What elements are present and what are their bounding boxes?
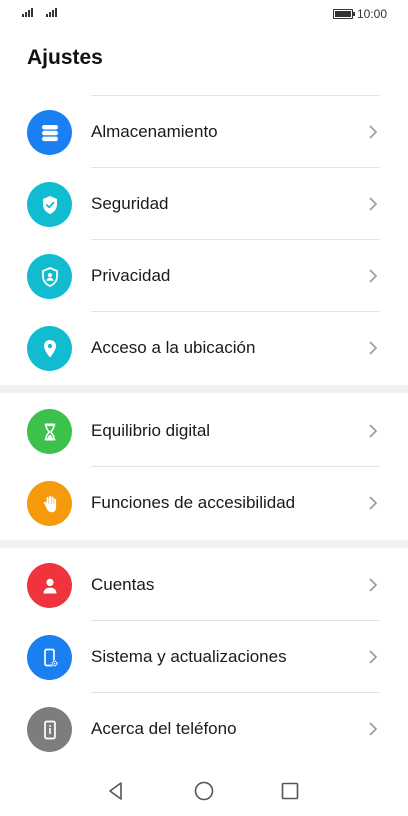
battery-icon [333,9,355,19]
location-pin-icon [27,326,72,371]
navigation-bar [0,762,408,816]
settings-item-almacenamiento[interactable]: Almacenamiento [0,96,408,168]
settings-item-sistema[interactable]: Sistema y actualizaciones [0,621,408,693]
shield-check-icon [27,182,72,227]
chevron-right-icon [369,496,378,510]
settings-item-label: Almacenamiento [91,122,218,141]
chevron-right-icon [369,269,378,283]
chevron-right-icon [369,722,378,736]
section-separator [0,385,408,393]
phone-settings-icon [27,635,72,680]
signal-icon [46,8,57,17]
page-title: Ajustes [27,46,103,69]
storage-icon [27,110,72,155]
signal-icon [22,8,33,17]
settings-item-ubicacion[interactable]: Acceso a la ubicación [0,312,408,384]
status-time: 10:00 [357,7,388,21]
settings-item-label: Cuentas [91,575,155,594]
settings-item-label: Privacidad [91,266,171,285]
settings-item-label: Acceso a la ubicación [91,338,256,357]
phone-info-icon [27,707,72,752]
settings-item-cuentas[interactable]: Cuentas [0,549,408,621]
home-circle-icon[interactable] [193,780,215,802]
user-icon [27,563,72,608]
settings-item-label: Acerca del teléfono [91,719,237,738]
section-separator [0,540,408,548]
settings-item-label: Sistema y actualizaciones [91,647,287,666]
status-bar: 10:00 [0,0,408,28]
recents-square-icon[interactable] [279,780,301,802]
chevron-right-icon [369,424,378,438]
chevron-right-icon [369,197,378,211]
privacy-shield-icon [27,254,72,299]
hourglass-icon [27,409,72,454]
hand-icon [27,481,72,526]
settings-item-label: Equilibrio digital [91,421,211,440]
settings-item-privacidad[interactable]: Privacidad [0,240,408,312]
back-triangle-icon[interactable] [105,780,127,802]
chevron-right-icon [369,650,378,664]
settings-item-label: Seguridad [91,194,169,213]
settings-item-accesibilidad[interactable]: Funciones de accesibilidad [0,467,408,539]
settings-item-acerca[interactable]: Acerca del teléfono [0,693,408,765]
chevron-right-icon [369,578,378,592]
chevron-right-icon [369,341,378,355]
settings-item-label: Funciones de accesibilidad [91,493,296,512]
settings-item-seguridad[interactable]: Seguridad [0,168,408,240]
chevron-right-icon [369,125,378,139]
settings-item-equilibrio[interactable]: Equilibrio digital [0,395,408,467]
